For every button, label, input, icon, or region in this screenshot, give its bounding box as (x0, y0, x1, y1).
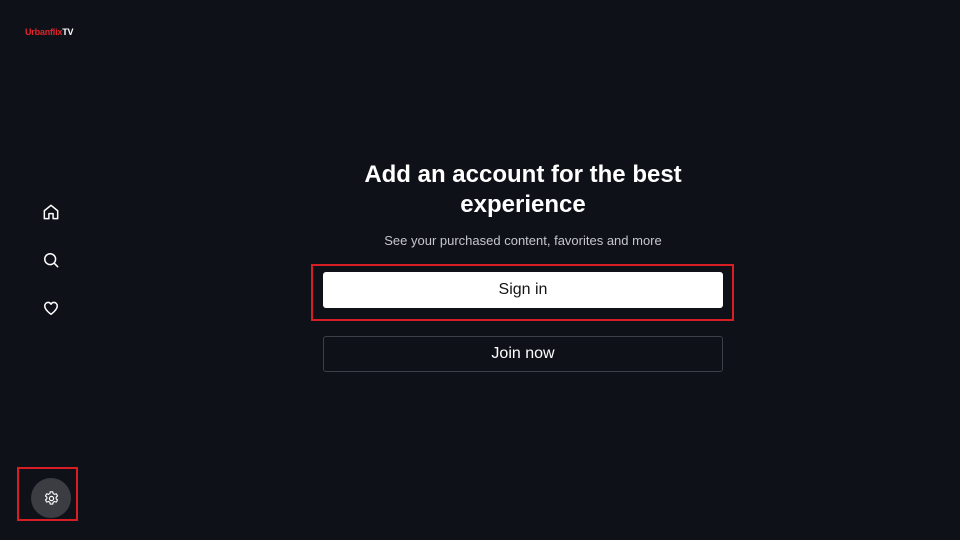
nav-favorites[interactable] (40, 297, 62, 319)
heart-icon (44, 301, 58, 315)
page-title: Add an account for the best experience (364, 161, 682, 218)
sign-in-button[interactable]: Sign in (323, 272, 723, 308)
page-subtitle: See your purchased content, favorites an… (384, 233, 662, 248)
join-now-button[interactable]: Join now (323, 336, 723, 372)
settings-button[interactable] (31, 478, 71, 518)
settings-focus-frame (17, 467, 78, 521)
account-prompt: Add an account for the best experience S… (323, 160, 723, 248)
search-icon (44, 253, 59, 268)
nav-home[interactable] (40, 201, 62, 223)
home-icon (43, 204, 59, 220)
app-logo: UrbanflixTV (25, 27, 74, 37)
gear-icon (44, 490, 58, 505)
logo-suffix: TV (62, 27, 74, 37)
nav-search[interactable] (40, 249, 62, 271)
logo-brand: Urbanflix (25, 27, 63, 37)
